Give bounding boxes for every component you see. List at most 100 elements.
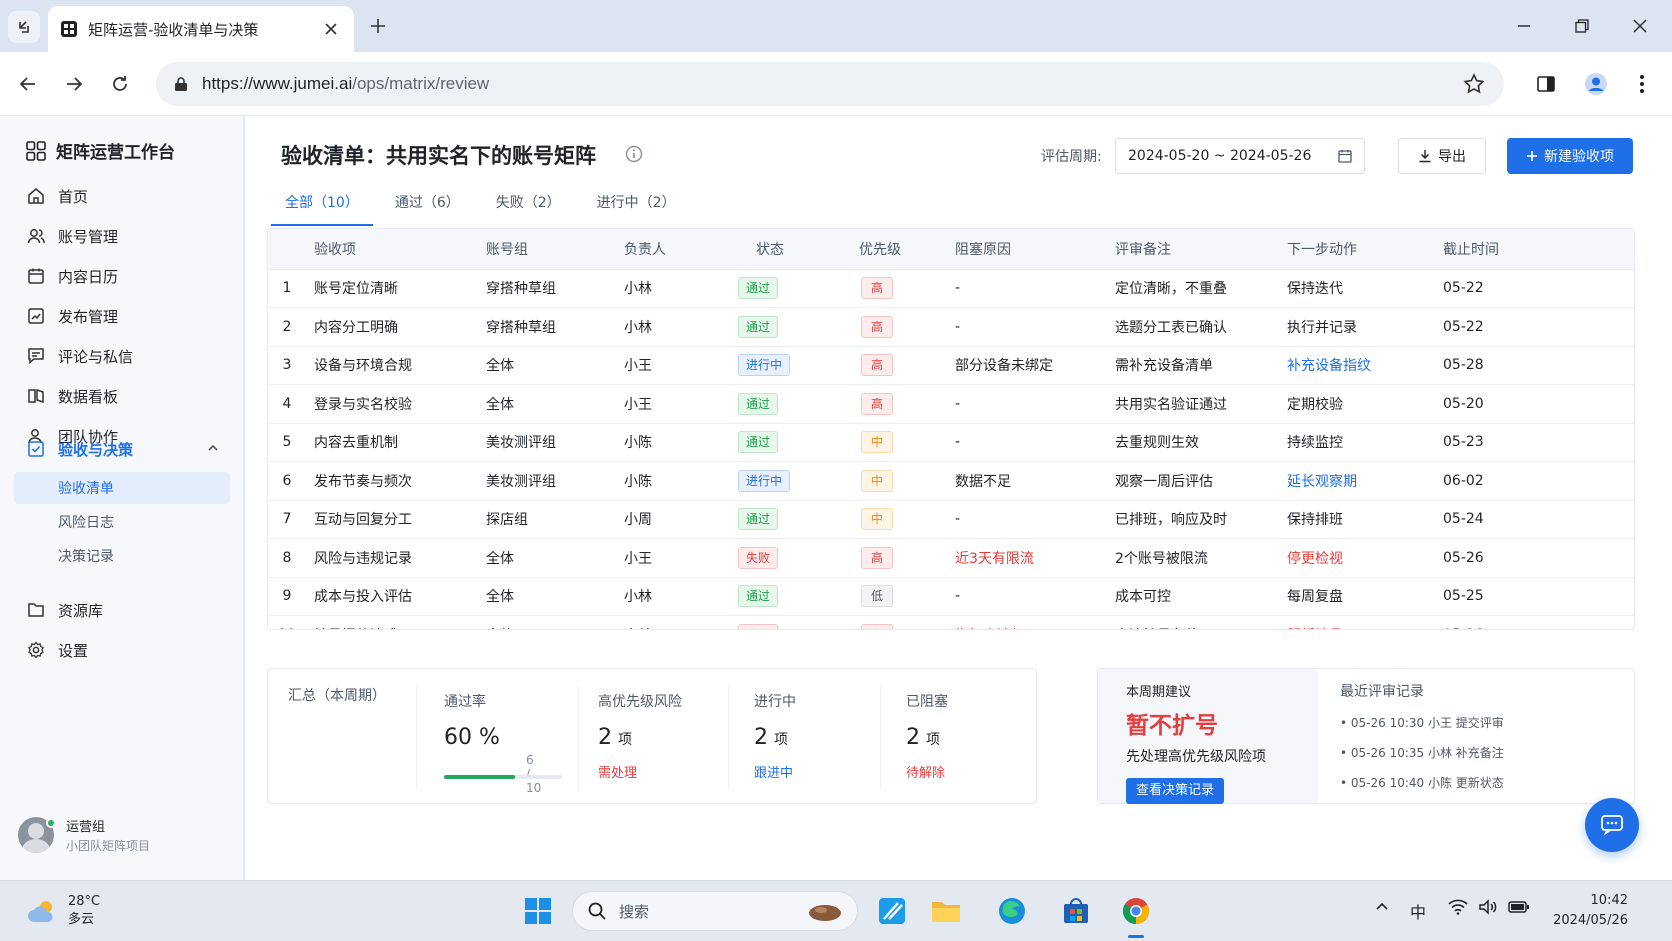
cell-item[interactable]: 发布节奏与频次 <box>306 461 486 501</box>
col-header-block[interactable]: 阻塞原因 <box>955 229 1115 270</box>
sidebar-item-library[interactable]: 资源库 <box>12 592 232 628</box>
cell-block-reason: - <box>955 269 1115 308</box>
minimize-button[interactable] <box>1512 14 1536 38</box>
start-button[interactable] <box>522 895 554 927</box>
browser-menu-button[interactable] <box>1628 70 1656 98</box>
stat-value: 2项 <box>906 725 940 750</box>
col-header-due[interactable]: 截止时间 <box>1443 229 1634 270</box>
stat-note[interactable]: 待解除 <box>906 762 948 781</box>
col-header-action[interactable]: 下一步动作 <box>1287 229 1443 270</box>
cell-item[interactable]: 账号定位清晰 <box>306 269 486 308</box>
table-row[interactable]: 3 设备与环境合规 全体 小王 进行中 高 部分设备未绑定 需补充设备清单 补充设备指纹 05-2… <box>268 346 1634 385</box>
view-decision-log-button[interactable]: 查看决策记录 <box>1126 778 1225 804</box>
taskbar-chrome[interactable] <box>1120 895 1152 927</box>
cell-next-action[interactable]: 停更检视 <box>1287 538 1443 578</box>
info-icon[interactable] <box>625 145 643 163</box>
cell-review-note: 共用实名验证通过 <box>1115 384 1287 424</box>
ime-indicator[interactable]: 中 <box>1410 899 1426 923</box>
table-row[interactable]: 6 发布节奏与频次 美妆测评组 小陈 进行中 中 数据不足 观察一周后评估 延长观察期 06-02 <box>268 461 1634 501</box>
tray-overflow-icon[interactable] <box>1374 899 1390 919</box>
table-row[interactable]: 8 风险与违规记录 全体 小王 失败 高 近3天有限流 2个账号被限流 停更检视 05-26 <box>268 538 1634 578</box>
cell-review-note: 已排班，响应及时 <box>1115 500 1287 539</box>
forward-button[interactable] <box>60 70 88 98</box>
sidebar-item-publish[interactable]: 发布管理 <box>12 298 232 334</box>
col-header-item[interactable]: 验收项 <box>306 229 486 270</box>
cell-item[interactable]: 互动与回复分工 <box>306 500 486 539</box>
profile-button[interactable] <box>1582 70 1610 98</box>
taskbar-app-pen[interactable] <box>876 895 908 927</box>
folder-icon <box>26 600 46 620</box>
date-range-picker[interactable]: 2024-05-20 ~ 2024-05-26 <box>1115 138 1365 174</box>
browser-tab[interactable]: 矩阵运营-验收清单与决策 <box>48 6 354 52</box>
col-header-group[interactable]: 账号组 <box>486 229 624 270</box>
close-window-button[interactable] <box>1628 14 1652 38</box>
restore-button[interactable] <box>1570 14 1594 38</box>
sidebar-item-accounts[interactable]: 账号管理 <box>12 218 232 254</box>
table-row[interactable]: 1 账号定位清晰 穿搭种草组 小林 通过 高 - 定位清晰，不重叠 保持迭代 05-22 <box>268 269 1634 308</box>
table-row[interactable]: 10扩号阈值达成全体小林失败 高 指标未达标未达扩号条件暂缓扩号05-26 <box>268 616 1634 629</box>
taskbar-edge[interactable] <box>996 895 1028 927</box>
sidebar-item-calendar[interactable]: 内容日历 <box>12 258 232 294</box>
tab-search-button[interactable] <box>8 11 40 43</box>
cell-next-action[interactable]: 补充设备指纹 <box>1287 346 1443 385</box>
cell-item[interactable]: 扩号阈值达成 <box>306 616 486 629</box>
sidebar-subitem-risk-log[interactable]: 风险日志 <box>14 506 230 538</box>
sidebar-subitem-decision-log[interactable]: 决策记录 <box>14 540 230 572</box>
volume-icon[interactable] <box>1478 899 1498 919</box>
new-review-item-button[interactable]: 新建验收项 <box>1507 138 1633 174</box>
col-header-owner[interactable]: 负责人 <box>624 229 720 270</box>
cell-review-note: 成本可控 <box>1115 577 1287 616</box>
col-header-status[interactable]: 状态 <box>720 229 847 270</box>
sidebar-subitem-checklist[interactable]: 验收清单 <box>14 472 230 504</box>
back-button[interactable] <box>14 70 42 98</box>
wifi-icon[interactable] <box>1448 899 1468 919</box>
cell-due: 05-25 <box>1443 577 1634 616</box>
cell-due: 05-22 <box>1443 307 1634 347</box>
tab-fail[interactable]: 失败（2） <box>482 180 575 224</box>
reload-button[interactable] <box>106 70 134 98</box>
tab-pass[interactable]: 通过（6） <box>381 180 474 224</box>
tab-all[interactable]: 全部（10） <box>271 180 373 226</box>
tab-close-icon[interactable] <box>320 18 342 40</box>
stat-label: 进行中 <box>754 694 796 710</box>
sidebar-item-comments[interactable]: 评论与私信 <box>12 338 232 374</box>
sidebar-item-dashboard[interactable]: 数据看板 <box>12 378 232 414</box>
table-row[interactable]: 2 内容分工明确 穿搭种草组 小林 通过 高 - 选题分工表已确认 执行并记录 05-22 <box>268 307 1634 347</box>
battery-icon[interactable] <box>1508 899 1530 919</box>
table-row[interactable]: 9 成本与投入评估 全体 小林 通过 低 - 成本可控 每周复盘 05-25 <box>268 577 1634 616</box>
taskbar-file-explorer[interactable] <box>930 895 962 927</box>
sidebar-item-settings[interactable]: 设置 <box>12 632 232 668</box>
chevron-up-icon[interactable] <box>206 441 220 455</box>
system-clock[interactable]: 10:42 2024/05/26 <box>1552 891 1628 931</box>
table-row[interactable]: 4 登录与实名校验 全体 小王 通过 高 - 共用实名验证通过 定期校验 05-20 <box>268 384 1634 424</box>
sidebar-item-home[interactable]: 首页 <box>12 178 232 214</box>
taskbar-search[interactable]: 搜索 <box>572 891 858 931</box>
url-omnibox[interactable]: https://www.jumei.ai/ops/matrix/review <box>156 62 1504 106</box>
table-row[interactable]: 5 内容去重机制 美妆测评组 小陈 通过 中 - 去重规则生效 持续监控 05-23 <box>268 423 1634 462</box>
cell-next-action[interactable]: 暂缓扩号 <box>1287 616 1443 629</box>
cell-block-reason: - <box>955 423 1115 462</box>
col-header-priority[interactable]: 优先级 <box>847 229 955 270</box>
chat-button[interactable] <box>1585 798 1639 852</box>
col-header-note[interactable]: 评审备注 <box>1115 229 1287 270</box>
sidebar-item-review-decision[interactable]: 验收与决策 <box>12 431 232 467</box>
gear-icon <box>26 640 46 660</box>
cell-item[interactable]: 登录与实名校验 <box>306 384 486 424</box>
cell-item[interactable]: 内容去重机制 <box>306 423 486 462</box>
stat-note[interactable]: 跟进中 <box>754 762 796 781</box>
export-button[interactable]: 导出 <box>1398 138 1486 174</box>
cell-next-action[interactable]: 延长观察期 <box>1287 461 1443 501</box>
user-profile[interactable]: 运营组 小团队矩阵项目 <box>18 816 150 854</box>
weather-widget[interactable]: 28°C 多云 <box>26 893 100 929</box>
side-panel-button[interactable] <box>1532 70 1560 98</box>
taskbar-store[interactable] <box>1060 895 1092 927</box>
cell-item[interactable]: 设备与环境合规 <box>306 346 486 385</box>
cell-item[interactable]: 内容分工明确 <box>306 307 486 347</box>
tab-in-progress[interactable]: 进行中（2） <box>583 180 690 224</box>
cell-item[interactable]: 成本与投入评估 <box>306 577 486 616</box>
bookmark-star-icon[interactable] <box>1462 72 1486 96</box>
new-tab-button[interactable] <box>366 14 390 38</box>
cell-item[interactable]: 风险与违规记录 <box>306 538 486 578</box>
stat-note[interactable]: 需处理 <box>598 762 682 781</box>
table-row[interactable]: 7 互动与回复分工 探店组 小周 通过 中 - 已排班，响应及时 保持排班 05-24 <box>268 500 1634 539</box>
